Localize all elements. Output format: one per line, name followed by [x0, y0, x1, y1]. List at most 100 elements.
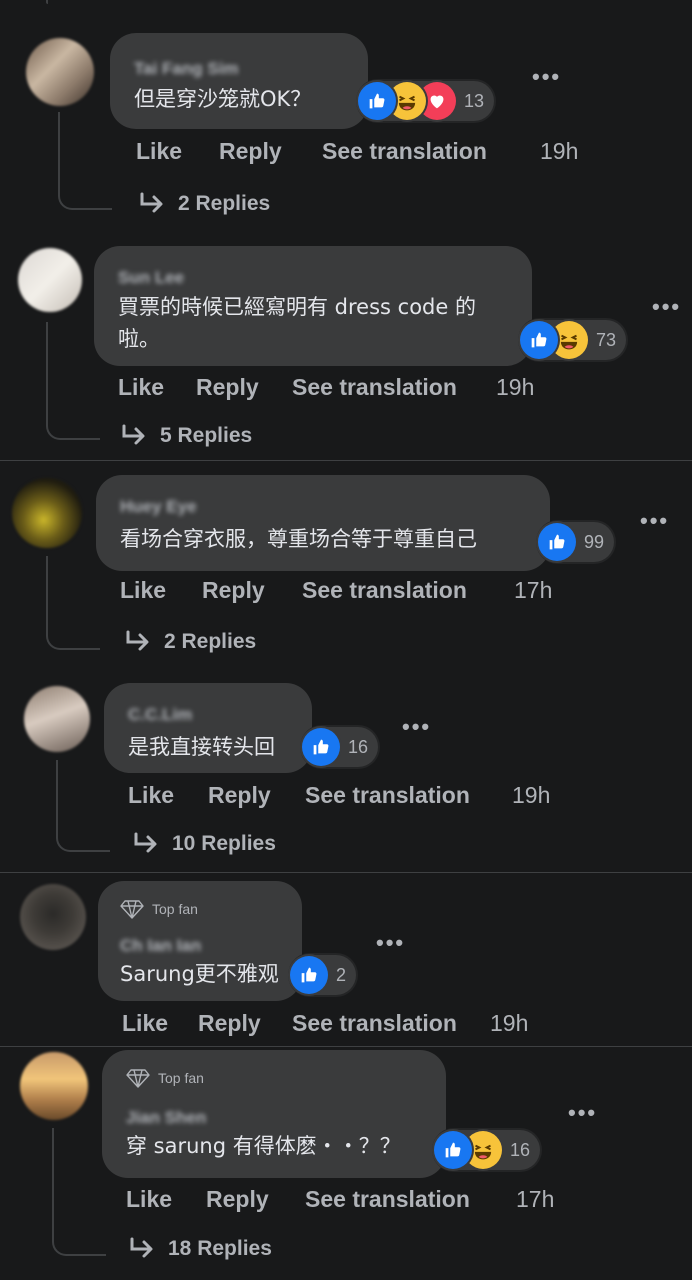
replies-count: 10 Replies — [172, 832, 276, 855]
view-replies-button[interactable]: 5 Replies — [120, 424, 252, 448]
reaction-count: 2 — [336, 964, 347, 985]
badge-label: Top fan — [152, 901, 198, 917]
reaction-count: 13 — [464, 90, 485, 111]
view-replies-button[interactable]: 10 Replies — [132, 832, 276, 856]
replies-count: 18 Replies — [168, 1237, 272, 1260]
comment-bubble: Top fan Ch Ian Ian Sarung更不雅观 — [98, 881, 302, 1001]
reply-button[interactable]: Reply — [198, 1010, 261, 1037]
reply-arrow-icon — [120, 424, 148, 448]
comment-text: 但是穿沙笼就OK？ — [134, 87, 312, 111]
like-reaction-icon — [434, 1131, 472, 1169]
like-button[interactable]: Like — [120, 577, 166, 604]
comment-text: 是我直接转头回 — [128, 735, 275, 759]
thread-line — [56, 760, 110, 852]
thread-line — [52, 1128, 106, 1256]
thread-line — [46, 322, 100, 440]
reaction-summary[interactable]: 73 — [520, 320, 627, 360]
comment-bubble: Top fan Jian Shen 穿 sarung 有得体麽・・？？ — [102, 1050, 446, 1178]
see-translation-button[interactable]: See translation — [292, 374, 457, 401]
reaction-summary[interactable]: 16 — [434, 1130, 541, 1170]
top-fan-badge: Top fan — [120, 899, 198, 919]
divider — [0, 872, 692, 873]
timestamp[interactable]: 19h — [540, 138, 578, 165]
comment-bubble: C.C.Lim 是我直接转头回 — [104, 683, 312, 773]
more-options-icon[interactable]: ••• — [568, 1100, 597, 1126]
comment-bubble: Huey Eye 看场合穿衣服，尊重场合等于尊重自己 — [96, 475, 550, 571]
comment-author[interactable]: Jian Shen — [126, 1108, 206, 1128]
like-button[interactable]: Like — [118, 374, 164, 401]
reply-arrow-icon — [128, 1237, 156, 1261]
thread-line — [46, 0, 48, 4]
like-button[interactable]: Like — [122, 1010, 168, 1037]
divider — [0, 1046, 692, 1047]
reaction-summary[interactable]: 13 — [358, 81, 495, 121]
more-options-icon[interactable]: ••• — [640, 508, 669, 534]
reaction-count: 16 — [348, 736, 369, 757]
thread-line — [58, 112, 112, 210]
reply-button[interactable]: Reply — [202, 577, 265, 604]
replies-count: 2 Replies — [164, 630, 257, 653]
comment-text: Sarung更不雅观 — [120, 962, 279, 986]
replies-count: 5 Replies — [160, 424, 253, 447]
avatar[interactable] — [20, 1052, 88, 1120]
like-reaction-icon — [290, 956, 328, 994]
see-translation-button[interactable]: See translation — [322, 138, 487, 165]
comment-bubble: Sun Lee 買票的時候已經寫明有 dress code 的 啦。 — [94, 246, 532, 366]
timestamp[interactable]: 19h — [496, 374, 534, 401]
avatar[interactable] — [12, 478, 82, 548]
timestamp[interactable]: 17h — [514, 577, 552, 604]
avatar[interactable] — [20, 884, 86, 950]
badge-label: Top fan — [158, 1070, 204, 1086]
comment-author[interactable]: Huey Eye — [120, 497, 197, 517]
reply-button[interactable]: Reply — [208, 782, 271, 809]
comment-text-line2: 啦。 — [118, 327, 160, 351]
like-reaction-icon — [520, 321, 558, 359]
diamond-badge-icon — [120, 899, 144, 919]
avatar[interactable] — [26, 38, 94, 106]
reply-button[interactable]: Reply — [206, 1186, 269, 1213]
see-translation-button[interactable]: See translation — [292, 1010, 457, 1037]
reply-arrow-icon — [138, 192, 166, 216]
thread-line — [46, 556, 100, 650]
reply-button[interactable]: Reply — [196, 374, 259, 401]
avatar[interactable] — [18, 248, 82, 312]
reaction-summary[interactable]: 99 — [538, 522, 615, 562]
reply-arrow-icon — [124, 630, 152, 654]
view-replies-button[interactable]: 18 Replies — [128, 1237, 272, 1261]
comment-author[interactable]: C.C.Lim — [128, 705, 192, 725]
see-translation-button[interactable]: See translation — [305, 1186, 470, 1213]
reply-arrow-icon — [132, 832, 160, 856]
timestamp[interactable]: 19h — [512, 782, 550, 809]
more-options-icon[interactable]: ••• — [402, 714, 431, 740]
comment-author[interactable]: Tai Fang Sim — [134, 59, 239, 79]
timestamp[interactable]: 19h — [490, 1010, 528, 1037]
reaction-summary[interactable]: 16 — [302, 727, 379, 767]
reaction-count: 99 — [584, 531, 605, 552]
see-translation-button[interactable]: See translation — [305, 782, 470, 809]
like-button[interactable]: Like — [126, 1186, 172, 1213]
reaction-count: 73 — [596, 329, 617, 350]
comment-author[interactable]: Ch Ian Ian — [120, 936, 201, 956]
comment-text: 買票的時候已經寫明有 dress code 的 — [118, 295, 476, 319]
like-button[interactable]: Like — [128, 782, 174, 809]
comment-bubble: Tai Fang Sim 但是穿沙笼就OK？ — [110, 33, 368, 129]
like-reaction-icon — [302, 728, 340, 766]
more-options-icon[interactable]: ••• — [376, 930, 405, 956]
timestamp[interactable]: 17h — [516, 1186, 554, 1213]
like-button[interactable]: Like — [136, 138, 182, 165]
comment-text: 看场合穿衣服，尊重场合等于尊重自己 — [120, 527, 477, 551]
view-replies-button[interactable]: 2 Replies — [124, 630, 256, 654]
like-reaction-icon — [358, 82, 396, 120]
comment-text: 穿 sarung 有得体麽・・？？ — [126, 1134, 401, 1158]
avatar[interactable] — [24, 686, 90, 752]
diamond-badge-icon — [126, 1068, 150, 1088]
more-options-icon[interactable]: ••• — [532, 64, 561, 90]
reaction-summary[interactable]: 2 — [290, 955, 357, 995]
more-options-icon[interactable]: ••• — [652, 294, 681, 320]
reply-button[interactable]: Reply — [219, 138, 282, 165]
view-replies-button[interactable]: 2 Replies — [138, 192, 270, 216]
reaction-count: 16 — [510, 1139, 531, 1160]
comment-author[interactable]: Sun Lee — [118, 268, 184, 288]
like-reaction-icon — [538, 523, 576, 561]
see-translation-button[interactable]: See translation — [302, 577, 467, 604]
